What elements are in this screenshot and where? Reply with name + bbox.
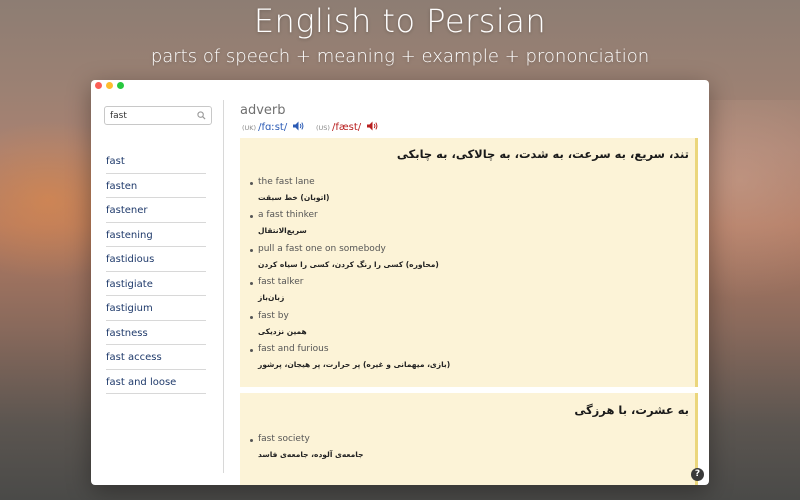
example-item: fast and furious (بازی، میهمانی و غیره) … — [250, 344, 450, 377]
word-list-item[interactable]: fastidious — [106, 247, 206, 272]
hero-title: English to Persian — [253, 2, 547, 40]
example-item: fast by همین نزدیکی — [250, 311, 450, 344]
example-item: the fast lane (اتوبان) خط سبقت — [250, 177, 450, 210]
speaker-icon[interactable] — [367, 121, 379, 131]
example-english: fast and furious — [258, 343, 329, 354]
example-persian: (اتوبان) خط سبقت — [258, 193, 330, 202]
us-ipa: /fæst/ — [331, 122, 362, 133]
close-window-button[interactable] — [95, 82, 102, 89]
example-english: pull a fast one on somebody — [258, 243, 386, 254]
example-english: fast society — [258, 434, 310, 444]
sidebar: fast fasten fastener fastening fastidiou… — [91, 92, 223, 485]
word-list-item[interactable]: fast — [106, 149, 206, 174]
example-list: the fast lane (اتوبان) خط سبقت a fast th… — [250, 177, 450, 377]
example-list: fast society جامعه‌ی آلوده، جامعه‌ی فاسد — [250, 434, 364, 467]
sense-meaning: به عشرت، با هرزگی — [574, 403, 689, 417]
help-button[interactable]: ? — [691, 468, 704, 481]
search-box[interactable] — [104, 106, 212, 125]
maximize-window-button[interactable] — [117, 82, 124, 89]
word-list-item[interactable]: fasten — [106, 174, 206, 198]
example-persian: سریع‌الانتقال — [258, 226, 307, 236]
example-persian: (محاوره) کسی را رنگ کردن، کسی را سیاه کر… — [258, 259, 439, 269]
us-tag: (US) — [316, 124, 330, 132]
part-of-speech: adverb — [240, 103, 286, 118]
sidebar-divider — [223, 100, 224, 473]
search-icon[interactable] — [197, 111, 206, 120]
example-item: fast society جامعه‌ی آلوده، جامعه‌ی فاسد — [250, 434, 364, 467]
word-list-item[interactable]: fast and loose — [106, 370, 206, 394]
example-persian: همین نزدیکی — [258, 326, 307, 336]
word-list-item[interactable]: fast access — [106, 345, 206, 370]
sense-card: تند، سریع، به سرعت، به شدت، به چالاکی، ب… — [240, 138, 698, 387]
example-persian: جامعه‌ی آلوده، جامعه‌ی فاسد — [258, 450, 364, 459]
word-list-item[interactable]: fastigiate — [106, 272, 206, 296]
example-item: fast talker زبان‌باز — [250, 277, 450, 310]
example-english: fast by — [258, 310, 289, 321]
word-list-item[interactable]: fastener — [106, 198, 206, 223]
title-bar — [91, 80, 709, 92]
hero-subtitle: parts of speech + meaning + example + pr… — [150, 46, 650, 67]
example-english: a fast thinker — [258, 210, 318, 221]
search-input[interactable] — [110, 109, 190, 122]
minimize-window-button[interactable] — [106, 82, 113, 89]
speaker-icon[interactable] — [293, 121, 305, 131]
example-english: the fast lane — [258, 177, 315, 187]
word-list-item[interactable]: fastigium — [106, 296, 206, 321]
example-persian: (بازی، میهمانی و غیره) پر حرارت، پر هیجا… — [258, 359, 451, 369]
example-item: a fast thinker سریع‌الانتقال — [250, 210, 450, 243]
sense-meaning: تند، سریع، به سرعت، به شدت، به چالاکی، ب… — [396, 147, 689, 161]
word-list-item[interactable]: fastening — [106, 223, 206, 247]
pronunciation-us: (US) /fæst/ — [316, 120, 379, 134]
example-persian: زبان‌باز — [258, 293, 285, 303]
entry-panel: adverb (UK) /fɑːst/ (US) /fæst/ تند، سری… — [240, 92, 700, 485]
app-window: fast fasten fastener fastening fastidiou… — [91, 80, 709, 485]
uk-tag: (UK) — [242, 124, 257, 132]
pronunciation-uk: (UK) /fɑːst/ — [242, 120, 305, 134]
word-list-item[interactable]: fastness — [106, 321, 206, 345]
uk-ipa: /fɑːst/ — [258, 122, 288, 133]
example-item: pull a fast one on somebody (محاوره) کسی… — [250, 244, 450, 277]
example-english: fast talker — [258, 277, 304, 288]
sense-card: به عشرت، با هرزگی fast society جامعه‌ی آ… — [240, 393, 698, 485]
word-list: fast fasten fastener fastening fastidiou… — [106, 149, 206, 394]
